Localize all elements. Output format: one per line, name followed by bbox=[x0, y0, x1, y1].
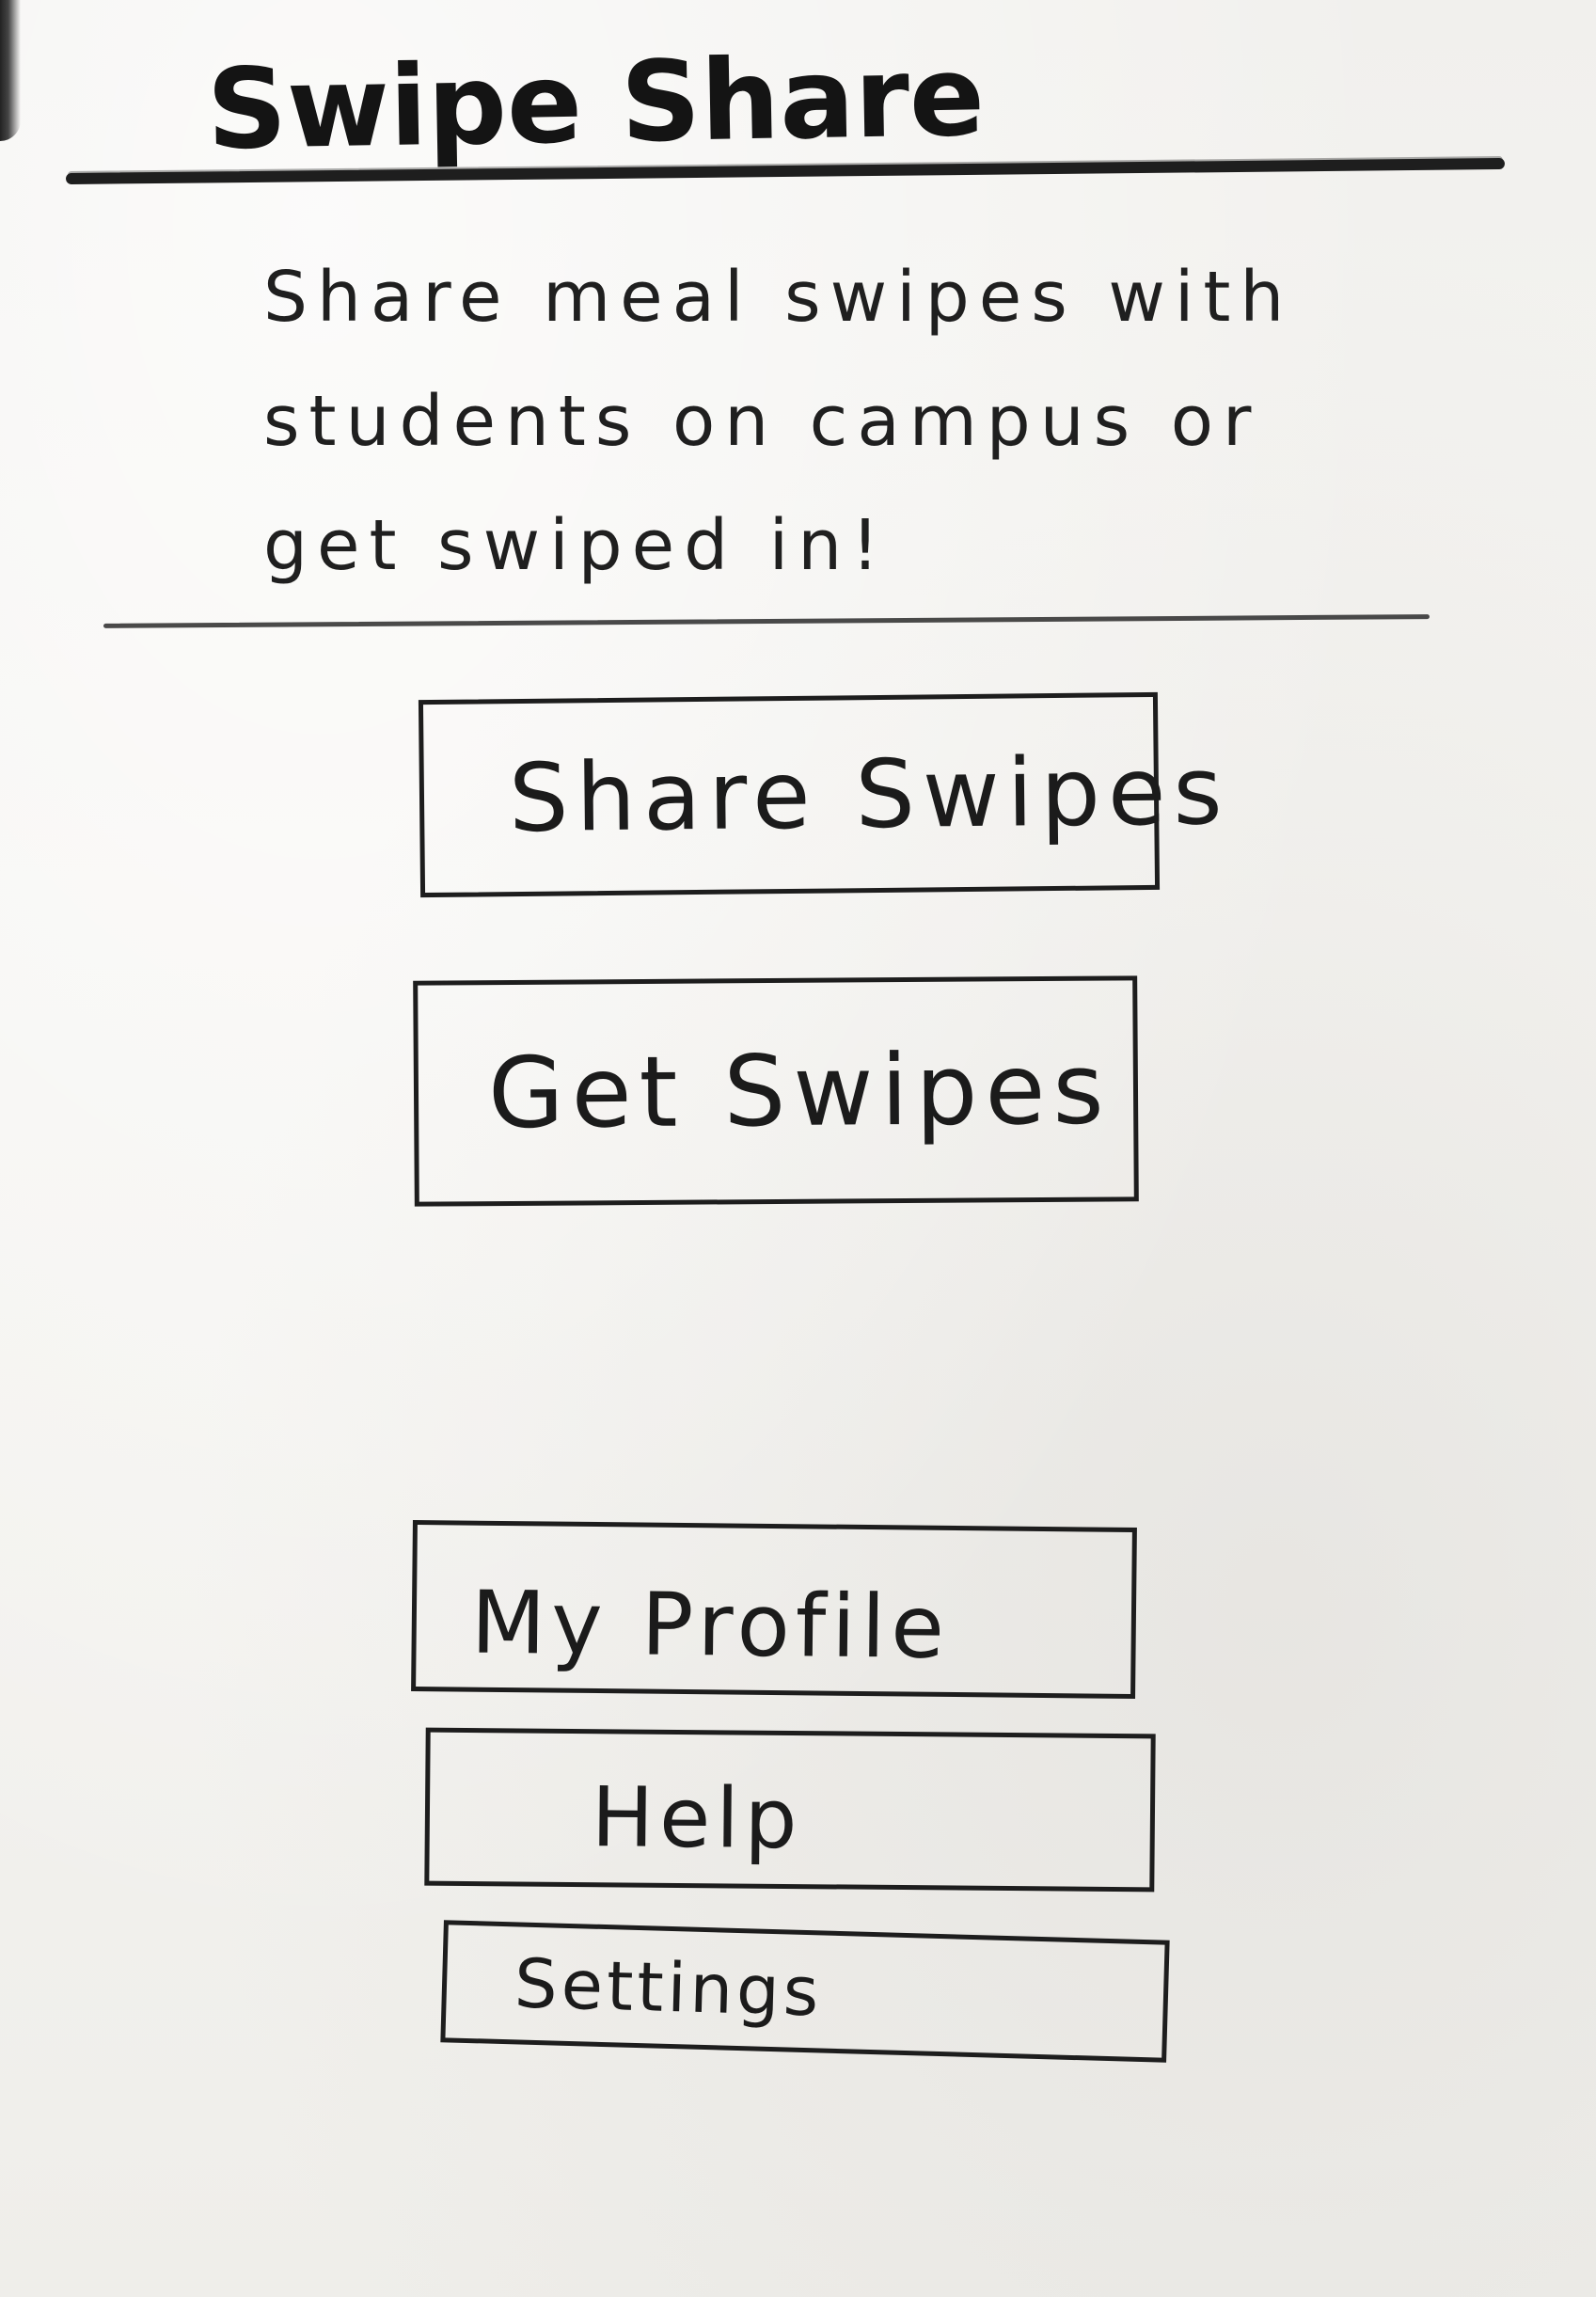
page-edge-shadow bbox=[0, 0, 21, 141]
share-swipes-button[interactable]: Share Swipes bbox=[418, 691, 1230, 898]
help-button[interactable]: Help bbox=[424, 1727, 1156, 1893]
get-swipes-button[interactable]: Get Swipes bbox=[413, 975, 1139, 1207]
my-profile-button[interactable]: My Profile bbox=[411, 1519, 1137, 1700]
app-title: Swipe Share bbox=[205, 30, 987, 175]
section-divider bbox=[103, 614, 1430, 628]
tagline-text: Share meal swipes with students on campu… bbox=[263, 257, 1294, 586]
settings-button[interactable]: Settings bbox=[440, 1920, 1170, 2063]
